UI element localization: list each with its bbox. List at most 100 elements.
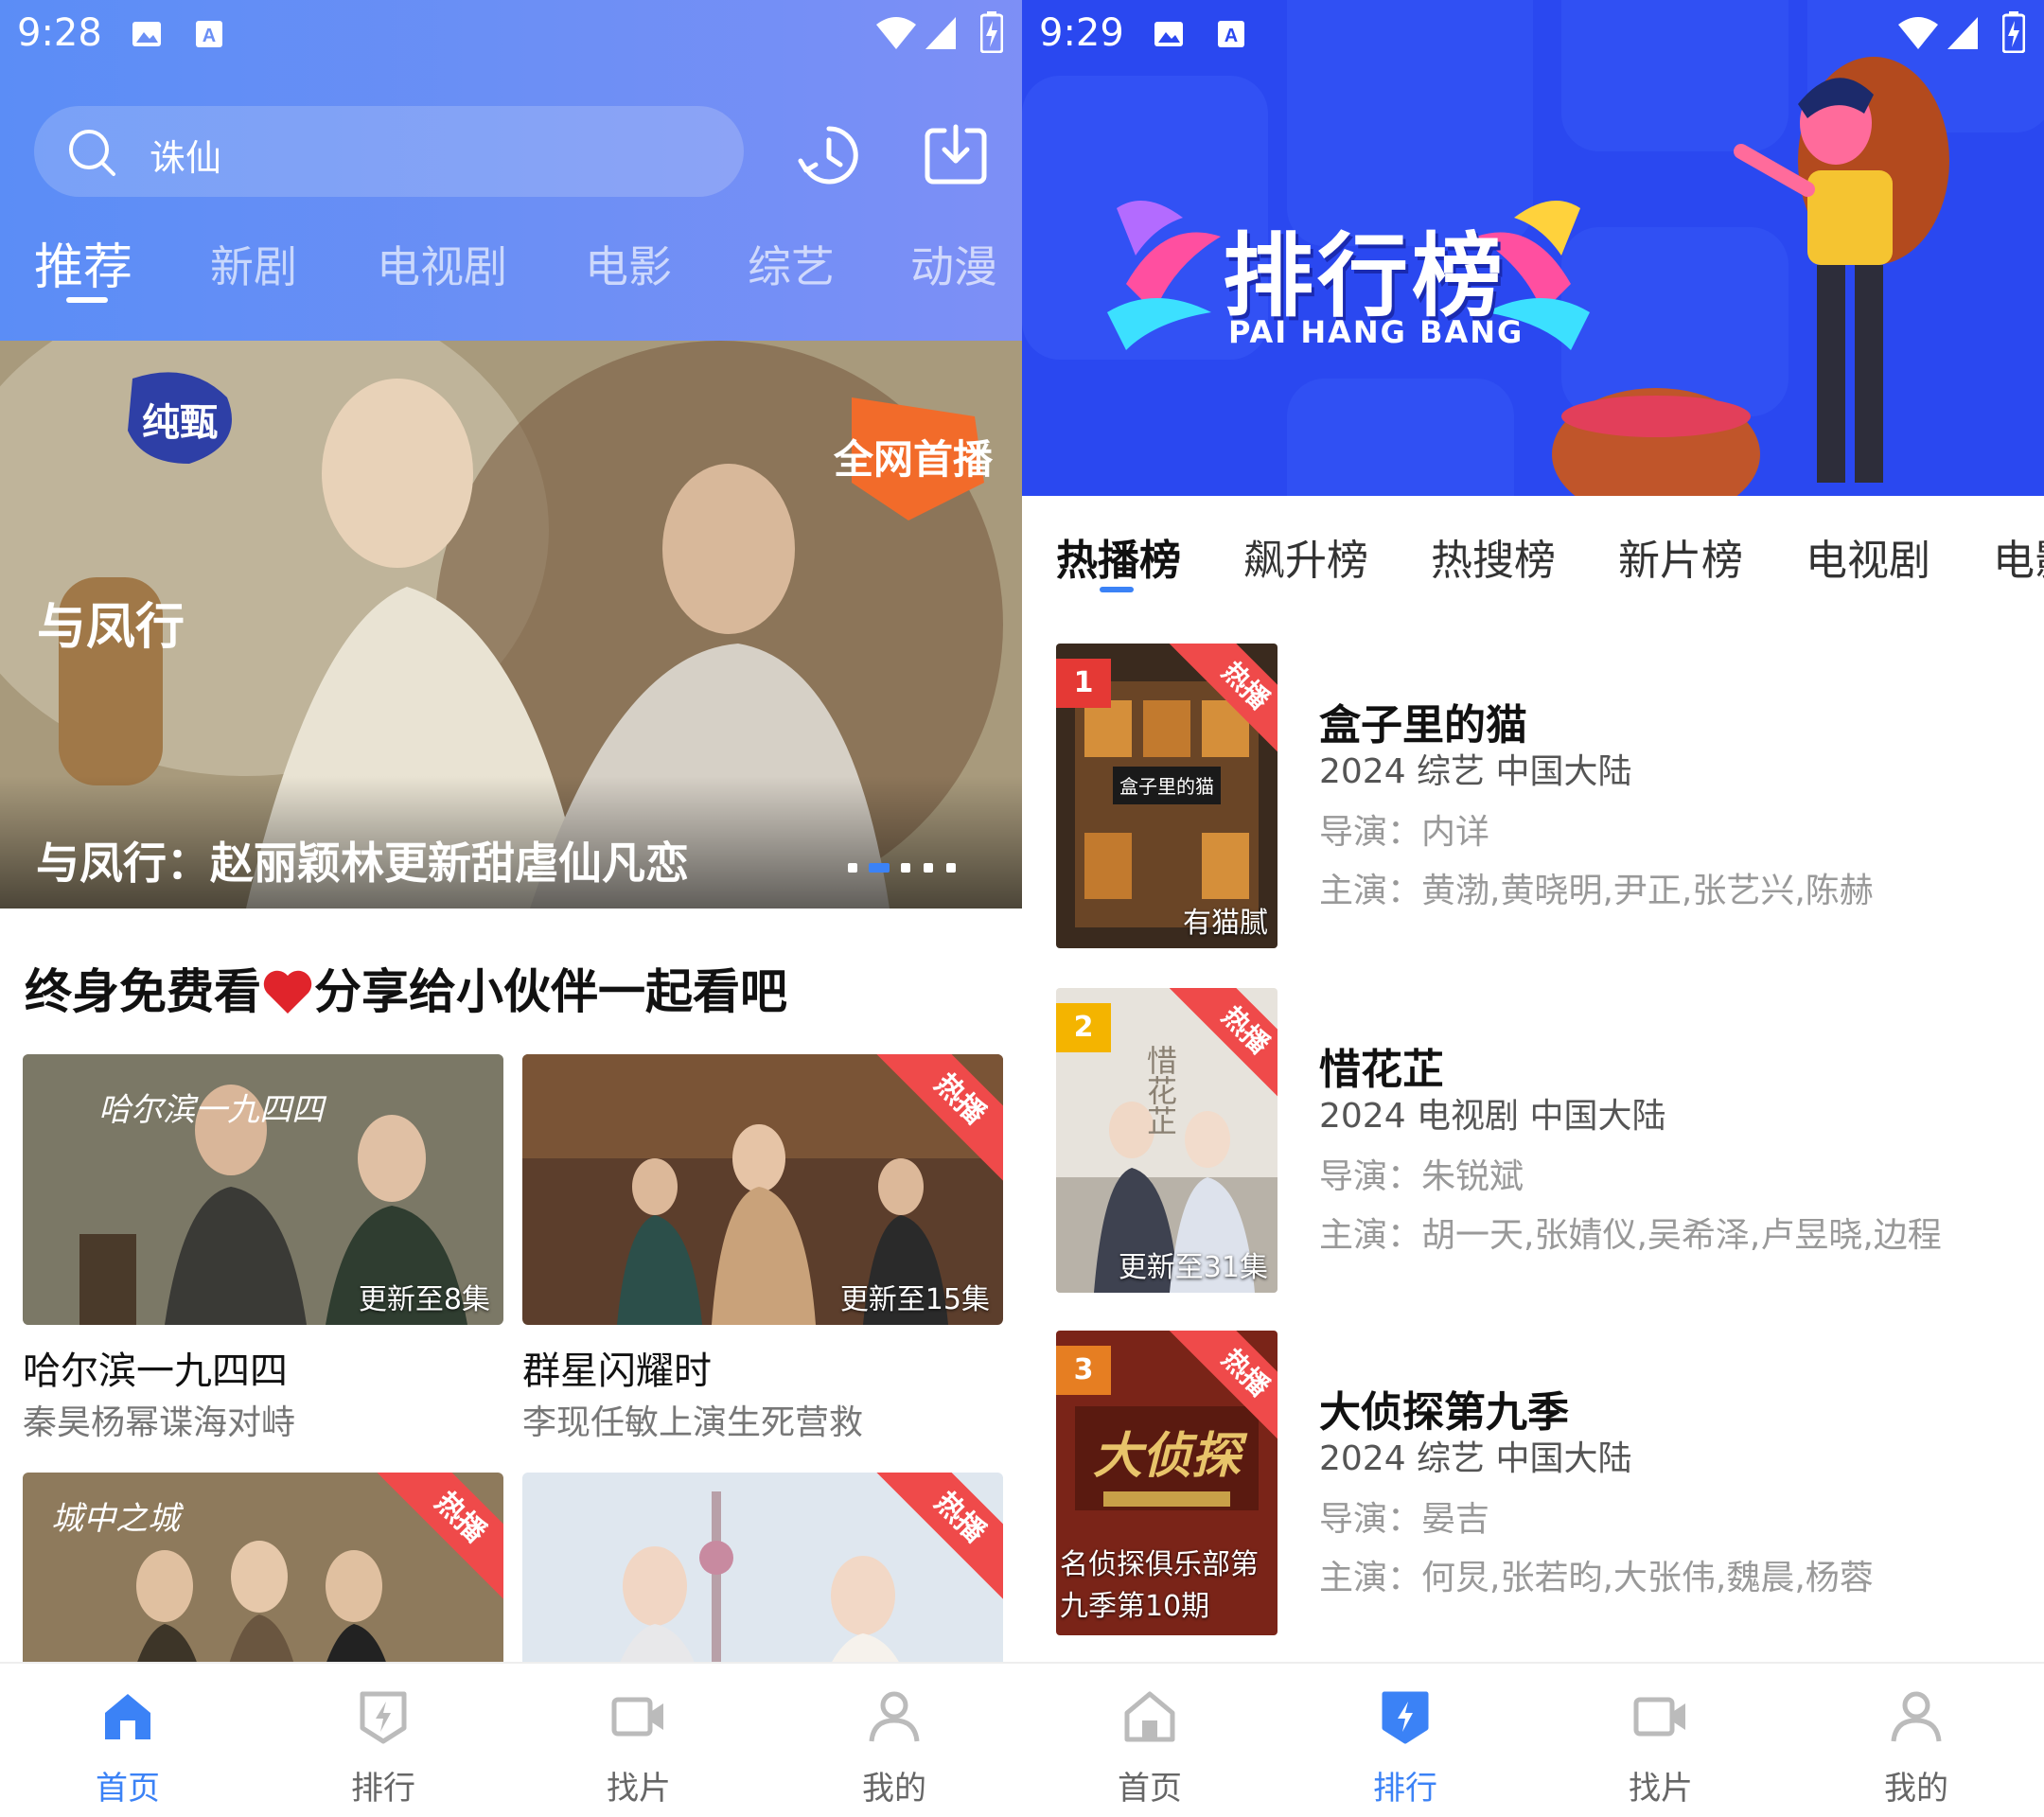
text-notification-icon: A xyxy=(1218,21,1244,47)
nav-profile[interactable]: 我的 xyxy=(766,1664,1022,1817)
battery-charging-icon xyxy=(2002,11,2025,53)
video-card-title: 哈尔滨一九四四 xyxy=(23,1350,288,1393)
carousel-dot[interactable] xyxy=(848,863,857,873)
poster-title-text: 惜花芷 xyxy=(1142,1045,1178,1136)
battery-charging-icon xyxy=(980,11,1003,53)
tab-variety[interactable]: 综艺 xyxy=(748,233,835,295)
wifi-icon xyxy=(876,17,916,49)
gallery-notification-icon xyxy=(132,22,161,46)
tab-hot-search[interactable]: 热搜榜 xyxy=(1431,526,1556,587)
nav-discover[interactable]: 找片 xyxy=(1533,1664,1788,1817)
rank-number-badge: 3 xyxy=(1056,1346,1111,1395)
rank-icon xyxy=(1382,1691,1429,1744)
nav-profile-label: 我的 xyxy=(1884,1770,1948,1808)
text-notification-icon: A xyxy=(196,21,222,47)
video-card[interactable]: 哈尔滨一九四四 更新至8集 哈尔滨一九四四 秦昊杨幂谍海对峙 xyxy=(23,1054,503,1442)
user-icon xyxy=(869,1691,920,1742)
svg-text:A: A xyxy=(1225,26,1238,46)
rank-number-badge: 1 xyxy=(1056,659,1111,708)
home-header: 9:28 A 诛仙 推荐 新剧 电视剧 电影 综艺 动漫 xyxy=(0,0,1022,341)
home-screen: 9:28 A 诛仙 推荐 新剧 电视剧 电影 综艺 动漫 与凤行 纯甄 全网首播… xyxy=(0,0,1022,1817)
ranking-subtitle: PAI HANG BANG xyxy=(1228,314,1524,350)
download-icon[interactable] xyxy=(924,123,988,185)
home-icon xyxy=(1124,1691,1175,1742)
ranking-tabs: 热播榜 飙升榜 热搜榜 新片榜 电视剧 电影 xyxy=(1022,526,2044,602)
search-query-text: 诛仙 xyxy=(150,137,222,179)
nav-home[interactable]: 首页 xyxy=(1022,1664,1278,1817)
ranking-list-item[interactable]: 大侦探 3 热播 名侦探俱乐部第九季第10期 大侦探第九季 2024 综艺 中国… xyxy=(1056,1331,2044,1635)
nav-rank[interactable]: 排行 xyxy=(256,1664,511,1817)
episode-update-text: 更新至31集 xyxy=(1118,1251,1268,1284)
carousel-dot[interactable] xyxy=(901,863,910,873)
tab-recommend[interactable]: 推荐 xyxy=(34,227,132,298)
home-icon xyxy=(105,1694,150,1739)
ranking-item-director: 导演：朱锐斌 xyxy=(1319,1157,1524,1196)
banner-poster-title: 与凤行 xyxy=(37,599,185,656)
tab-new-drama[interactable]: 新剧 xyxy=(210,233,297,295)
nav-home[interactable]: 首页 xyxy=(0,1664,256,1817)
section-title: 终身免费看 分享给小伙伴一起看吧 xyxy=(25,954,787,1022)
poster-title-text: 大侦探 xyxy=(1093,1428,1248,1485)
status-time: 9:29 xyxy=(1039,11,1124,55)
episode-update-text: 有猫腻 xyxy=(1183,907,1268,940)
tab-movies[interactable]: 电影 xyxy=(585,233,672,295)
video-camera-icon xyxy=(1633,1697,1685,1737)
status-bar: 9:29 A xyxy=(1022,0,2044,68)
nav-discover[interactable]: 找片 xyxy=(511,1664,766,1817)
banner-caption: 与凤行：赵丽颖林更新甜虐仙凡恋 xyxy=(36,838,689,889)
tab-rising[interactable]: 飙升榜 xyxy=(1243,526,1368,587)
video-card[interactable]: 热播 更新至15集 群星闪耀时 李现任敏上演生死营救 xyxy=(522,1054,1003,1442)
rank-number-badge: 2 xyxy=(1056,1003,1111,1052)
search-icon xyxy=(69,130,115,176)
featured-banner[interactable]: 与凤行 纯甄 全网首播 与凤行：赵丽颖林更新甜虐仙凡恋 xyxy=(0,341,1022,908)
ranking-item-meta: 2024 电视剧 中国大陆 xyxy=(1319,1097,1666,1136)
nav-home-label: 首页 xyxy=(1118,1770,1182,1808)
episode-update-text: 更新至15集 xyxy=(839,1283,990,1316)
history-icon[interactable] xyxy=(797,123,861,187)
signal-icon xyxy=(1947,17,1978,49)
signal-icon xyxy=(925,17,956,49)
nav-profile[interactable]: 我的 xyxy=(1788,1664,2044,1817)
carousel-dot[interactable] xyxy=(924,863,933,873)
tab-tv-series[interactable]: 电视剧 xyxy=(377,233,507,295)
ranking-poster: 惜花芷 2 热播 更新至31集 xyxy=(1056,988,1278,1293)
tab-tv-series[interactable]: 电视剧 xyxy=(1806,526,1930,587)
ranking-list-item[interactable]: 盒子里的猫 1 热播 有猫腻 盒子里的猫 2024 综艺 中国大陆 导演：内详 … xyxy=(1056,644,2044,948)
category-tabs: 推荐 新剧 电视剧 电影 综艺 动漫 xyxy=(0,233,1022,309)
nav-rank[interactable]: 排行 xyxy=(1278,1664,1533,1817)
ranking-item-director: 导演：内详 xyxy=(1319,813,1490,852)
user-icon xyxy=(1891,1691,1942,1742)
ranking-item-cast: 主演：何炅,张若昀,大张伟,魏晨,杨蓉 xyxy=(1319,1559,1874,1597)
status-time: 9:28 xyxy=(17,11,102,55)
ranking-banner-illustration xyxy=(1022,0,2044,496)
search-input[interactable]: 诛仙 xyxy=(34,106,744,197)
tab-hot-play[interactable]: 热播榜 xyxy=(1056,526,1181,587)
ranking-item-director: 导演：晏吉 xyxy=(1319,1500,1490,1539)
bottom-navigation: 首页 排行 找片 我的 xyxy=(1022,1662,2044,1817)
ranking-poster: 大侦探 3 热播 名侦探俱乐部第九季第10期 xyxy=(1056,1331,1278,1635)
video-camera-icon xyxy=(611,1697,663,1737)
svg-text:A: A xyxy=(203,26,216,46)
nav-discover-label: 找片 xyxy=(1629,1770,1693,1808)
poster-title-text: 盒子里的猫 xyxy=(1119,775,1214,798)
section-title-part1: 终身免费看 xyxy=(25,964,261,1019)
nav-home-label: 首页 xyxy=(96,1770,160,1808)
card-poster-text: 城中之城 xyxy=(51,1500,185,1538)
wifi-icon xyxy=(1898,17,1938,49)
ranking-poster: 盒子里的猫 1 热播 有猫腻 xyxy=(1056,644,1278,948)
ranking-item-cast: 主演：黄渤,黄晓明,尹正,张艺兴,陈赫 xyxy=(1319,872,1874,910)
tab-movies[interactable]: 电影 xyxy=(1993,526,2044,587)
card-poster-text: 哈尔滨一九四四 xyxy=(98,1091,327,1129)
video-card-title: 群星闪耀时 xyxy=(522,1350,712,1393)
ranking-list-item[interactable]: 惜花芷 2 热播 更新至31集 惜花芷 2024 电视剧 中国大陆 导演：朱锐斌… xyxy=(1056,988,2044,1293)
ranking-item-meta: 2024 综艺 中国大陆 xyxy=(1319,752,1632,791)
ranking-item-cast: 主演：胡一天,张婧仪,吴希泽,卢昱晓,边程 xyxy=(1319,1216,1942,1255)
tab-anime[interactable]: 动漫 xyxy=(910,233,997,295)
nav-rank-label: 排行 xyxy=(351,1770,415,1808)
section-title-part2: 分享给小伙伴一起看吧 xyxy=(314,964,787,1019)
tab-new-release[interactable]: 新片榜 xyxy=(1618,526,1743,587)
video-card-subtitle: 秦昊杨幂谍海对峙 xyxy=(23,1403,296,1442)
carousel-dot-active[interactable] xyxy=(869,863,890,873)
carousel-dot[interactable] xyxy=(946,863,956,873)
gallery-notification-icon xyxy=(1154,22,1183,46)
